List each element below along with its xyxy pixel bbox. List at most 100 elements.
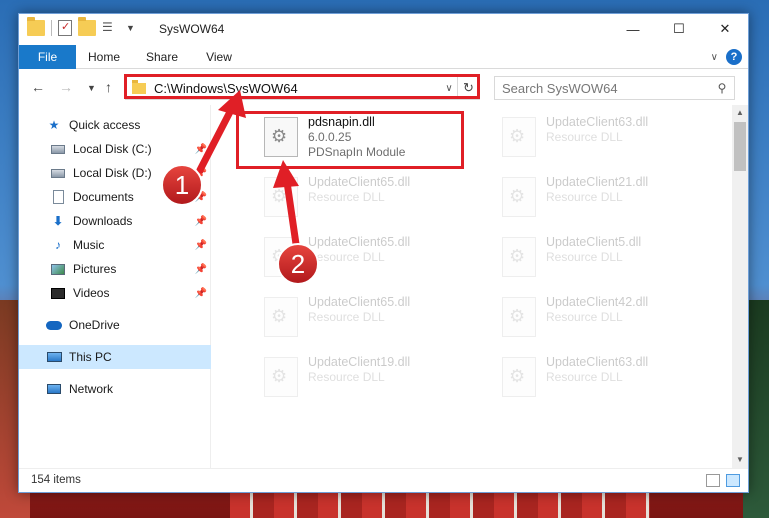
- dll-file-icon: [502, 237, 536, 277]
- file-item[interactable]: UpdateClient5.dll Resource DLL: [494, 231, 714, 287]
- sidebar-item-downloads[interactable]: ⬇ Downloads 📌: [19, 209, 211, 233]
- chevron-down-icon[interactable]: ∨: [441, 83, 457, 94]
- back-arrow-icon[interactable]: ←: [31, 79, 45, 95]
- dll-file-icon: [264, 177, 298, 217]
- status-bar: 154 items: [19, 468, 748, 492]
- sidebar-item-label: Documents: [73, 190, 134, 204]
- sidebar-item-pictures[interactable]: Pictures 📌: [19, 257, 211, 281]
- dll-file-icon: [502, 177, 536, 217]
- title-bar: ☰ ▼ SysWOW64 — ☐ ✕: [19, 14, 748, 45]
- file-name: UpdateClient65.dll: [308, 235, 411, 249]
- search-placeholder[interactable]: Search SysWOW64: [502, 81, 710, 96]
- window-controls: — ☐ ✕: [610, 14, 748, 44]
- file-type: Resource DLL: [546, 190, 623, 204]
- file-type: Resource DLL: [308, 190, 385, 204]
- file-type: Resource DLL: [546, 310, 623, 324]
- file-item[interactable]: UpdateClient65.dll Resource DLL: [256, 291, 476, 347]
- address-bar[interactable]: C:\Windows\SysWOW64 ∨ ↻: [125, 76, 480, 100]
- file-item[interactable]: UpdateClient21.dll Resource DLL: [494, 171, 714, 227]
- vertical-scrollbar[interactable]: ▲ ▼: [732, 105, 748, 468]
- file-type: Resource DLL: [546, 250, 623, 264]
- file-list: pdsnapin.dll 6.0.0.25 PDSnapIn Module Up…: [212, 105, 732, 468]
- tab-file[interactable]: File: [19, 45, 76, 69]
- maximize-button[interactable]: ☐: [656, 14, 702, 44]
- file-item-pdsnapin[interactable]: pdsnapin.dll 6.0.0.25 PDSnapIn Module: [256, 111, 476, 167]
- file-item[interactable]: UpdateClient65.dll Resource DLL: [256, 231, 476, 287]
- file-item[interactable]: UpdateClient19.dll Resource DLL: [256, 351, 476, 407]
- close-button[interactable]: ✕: [702, 14, 748, 44]
- tab-view[interactable]: View: [201, 45, 237, 69]
- dll-file-icon: [502, 297, 536, 337]
- sidebar-item-label: Local Disk (C:): [73, 142, 152, 156]
- sidebar-item-label: This PC: [69, 350, 112, 364]
- star-icon: ★: [48, 118, 60, 132]
- folder-icon: [132, 79, 146, 94]
- up-arrow-icon[interactable]: ↑: [105, 79, 112, 95]
- tab-share[interactable]: Share: [141, 45, 183, 69]
- sidebar-item-this-pc[interactable]: This PC: [19, 345, 211, 369]
- refresh-icon[interactable]: ↻: [457, 77, 479, 99]
- file-item[interactable]: UpdateClient63.dll Resource DLL: [494, 351, 714, 407]
- scroll-up-icon[interactable]: ▲: [732, 105, 748, 121]
- file-item[interactable]: UpdateClient63.dll Resource DLL: [494, 111, 714, 167]
- search-icon[interactable]: ⚲: [710, 81, 734, 95]
- file-name: UpdateClient63.dll: [546, 115, 649, 129]
- sidebar-item-local-disk-d[interactable]: Local Disk (D:) 📌: [19, 161, 211, 185]
- file-type: Resource DLL: [546, 130, 623, 144]
- sidebar-item-label: Network: [69, 382, 114, 396]
- sidebar-item-label: Music: [73, 238, 105, 252]
- pin-icon: 📌: [194, 263, 207, 275]
- network-icon: [45, 382, 63, 396]
- details-view-icon[interactable]: [706, 474, 720, 487]
- file-explorer-window: ☰ ▼ SysWOW64 — ☐ ✕ File Home Share View …: [18, 13, 749, 493]
- sidebar-item-local-disk-c[interactable]: Local Disk (C:) 📌: [19, 137, 211, 161]
- sidebar-item-label: Local Disk (D:): [73, 166, 152, 180]
- minimize-button[interactable]: —: [610, 14, 656, 44]
- sidebar-item-label: OneDrive: [69, 318, 120, 332]
- this-pc-icon: [45, 350, 63, 364]
- toolbar-divider: [51, 20, 52, 36]
- file-description: PDSnapIn Module: [308, 145, 406, 159]
- scrollbar-thumb[interactable]: [734, 122, 746, 171]
- drive-icon: [49, 142, 67, 156]
- file-item[interactable]: UpdateClient42.dll Resource DLL: [494, 291, 714, 347]
- pin-icon: 📌: [194, 191, 207, 203]
- pin-icon: 📌: [194, 287, 207, 299]
- tiles-view-icon[interactable]: [726, 474, 740, 487]
- drive-icon: [49, 166, 67, 180]
- properties-icon[interactable]: [58, 20, 72, 36]
- recent-locations-icon[interactable]: ▼: [87, 83, 96, 93]
- pin-icon: 📌: [194, 167, 207, 179]
- sidebar-item-quick-access[interactable]: ★ Quick access: [19, 113, 211, 137]
- chevron-down-icon[interactable]: ▼: [126, 23, 135, 33]
- file-name: UpdateClient19.dll: [308, 355, 411, 369]
- sidebar-item-network[interactable]: Network: [19, 377, 211, 401]
- pin-icon: 📌: [194, 215, 207, 227]
- tab-home[interactable]: Home: [84, 45, 124, 69]
- file-name: pdsnapin.dll: [308, 115, 375, 129]
- sidebar-item-music[interactable]: ♪ Music 📌: [19, 233, 211, 257]
- file-type: Resource DLL: [308, 310, 385, 324]
- downloads-icon: ⬇: [52, 214, 64, 228]
- file-version: 6.0.0.25: [308, 130, 352, 144]
- view-switcher: [706, 474, 740, 487]
- sidebar-item-documents[interactable]: Documents 📌: [19, 185, 211, 209]
- forward-arrow-icon[interactable]: →: [59, 79, 73, 95]
- documents-icon: [49, 190, 67, 204]
- pin-icon: 📌: [194, 239, 207, 251]
- navigation-bar: ← → ▼ ↑ C:\Windows\SysWOW64 ∨ ↻ Search S…: [19, 71, 748, 105]
- sidebar-item-videos[interactable]: Videos 📌: [19, 281, 211, 305]
- search-input[interactable]: Search SysWOW64 ⚲: [494, 76, 735, 100]
- address-path[interactable]: C:\Windows\SysWOW64: [154, 81, 441, 96]
- sidebar-item-onedrive[interactable]: OneDrive: [19, 313, 211, 337]
- expand-ribbon-icon[interactable]: ∨: [711, 52, 718, 63]
- help-icon[interactable]: ?: [726, 49, 742, 65]
- file-item[interactable]: UpdateClient65.dll Resource DLL: [256, 171, 476, 227]
- new-folder-icon[interactable]: [78, 17, 96, 36]
- file-name: UpdateClient5.dll: [546, 235, 642, 249]
- customize-toolbar-icon[interactable]: ☰: [102, 20, 120, 36]
- dll-file-icon: [502, 117, 536, 157]
- scroll-down-icon[interactable]: ▼: [732, 452, 748, 468]
- file-type: Resource DLL: [546, 370, 623, 384]
- quick-access-toolbar: ☰ ▼: [27, 17, 135, 36]
